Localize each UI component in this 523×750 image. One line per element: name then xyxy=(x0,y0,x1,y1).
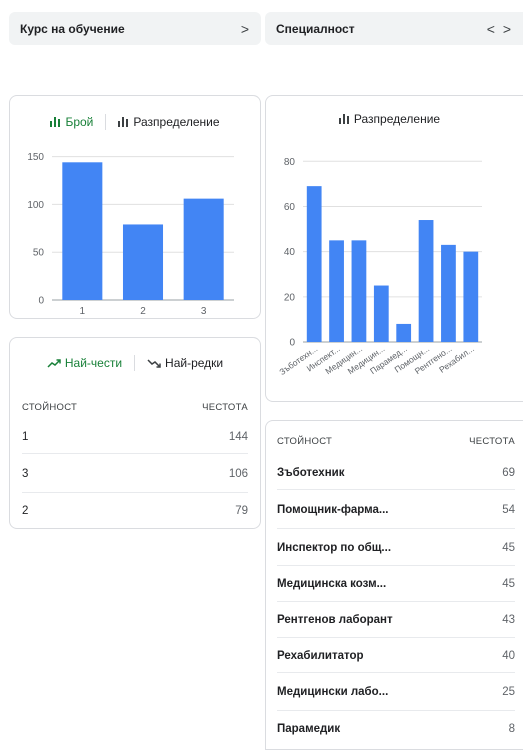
row-value: 3 xyxy=(22,467,29,480)
table-row: 1 144 xyxy=(22,420,248,454)
row-frequency: 45 xyxy=(502,541,515,554)
col-frequency-header: ЧЕСТОТА xyxy=(202,402,248,413)
table-header: СТОЙНОСТ ЧЕСТОТА xyxy=(277,436,515,447)
col-value-header: СТОЙНОСТ xyxy=(277,436,333,447)
row-frequency: 79 xyxy=(235,505,248,517)
row-value: Медицински лабо... xyxy=(277,686,389,698)
x-tick-label: 1 xyxy=(80,306,86,317)
y-tick-label: 0 xyxy=(289,338,295,349)
table-header: СТОЙНОСТ ЧЕСТОТА xyxy=(22,402,248,413)
row-frequency: 144 xyxy=(228,430,248,443)
row-value: 2 xyxy=(22,505,29,517)
specialty-frequency-table: СТОЙНОСТ ЧЕСТОТА Зъботехник 69 Помощник-фа… xyxy=(277,421,515,749)
row-value: 1 xyxy=(22,430,29,443)
course-chart-card: Брой Разпределение 0 50 100 150 1 2 3 xyxy=(9,95,261,319)
specialty-frequency-card: СТОЙНОСТ ЧЕСТОТА Зъботехник 69 Помощник-фа… xyxy=(265,420,523,750)
tab-most-frequent-label: Най-чести xyxy=(64,356,123,370)
tab-least-frequent-label: Най-редки xyxy=(165,356,224,370)
specialty-chart-card: Разпределение 0 20 40 60 80 Зъботехн... Инспек… xyxy=(265,95,523,402)
table-row: Рехабилитатор 40 xyxy=(277,639,515,673)
x-tick-label: 2 xyxy=(140,306,146,317)
x-tick-label: 3 xyxy=(201,306,207,317)
y-tick-label: 150 xyxy=(27,152,44,163)
y-tick-label: 40 xyxy=(284,247,296,258)
specialty-filter-header[interactable]: Специалност < > xyxy=(265,12,523,45)
course-frequency-table: СТОЙНОСТ ЧЕСТОТА 1 144 3 106 2 79 xyxy=(22,398,248,528)
table-row: Медицински лабо... 25 xyxy=(277,674,515,711)
bar xyxy=(418,220,434,342)
row-value: Медицинска козм... xyxy=(277,578,387,590)
bar xyxy=(396,323,412,342)
col-value-header: СТОЙНОСТ xyxy=(22,402,78,413)
row-frequency: 43 xyxy=(502,614,515,626)
tab-most-frequent[interactable]: Най-чести xyxy=(47,356,122,370)
table-row: Рентгенов лаборант 43 xyxy=(277,603,515,638)
bar xyxy=(351,240,367,342)
bar xyxy=(373,285,389,342)
bar xyxy=(183,198,224,300)
table-row: Парамедик 8 xyxy=(277,712,515,746)
bar xyxy=(62,162,103,300)
bar xyxy=(463,251,479,342)
tab-divider xyxy=(134,355,136,371)
row-value: Парамедик xyxy=(277,723,341,735)
table-row: Инспектор по общ... 45 xyxy=(277,530,515,566)
row-frequency: 45 xyxy=(502,578,515,590)
y-tick-label: 100 xyxy=(27,200,44,211)
course-bar-chart: 0 50 100 150 1 2 3 xyxy=(27,152,234,317)
row-frequency: 69 xyxy=(502,466,515,479)
trending-up-icon xyxy=(47,358,61,368)
chevron-right-icon[interactable]: > xyxy=(241,21,261,37)
row-frequency: 54 xyxy=(502,503,515,516)
bar xyxy=(441,244,456,342)
bar xyxy=(306,186,322,342)
row-value: Инспектор по общ... xyxy=(277,541,392,554)
col-frequency-header: ЧЕСТОТА xyxy=(469,436,515,447)
specialty-bar-chart: 020406080Зъботехн...Инспект...Медицин...… xyxy=(277,157,482,377)
table-row: 3 106 xyxy=(22,455,248,493)
table-row: Помощник-фарма... 54 xyxy=(277,491,515,529)
course-filter-title: Курс на обучение xyxy=(20,21,125,36)
tab-least-frequent[interactable]: Най-редки xyxy=(147,356,223,370)
bar xyxy=(329,240,344,342)
row-frequency: 8 xyxy=(508,723,515,735)
row-frequency: 40 xyxy=(502,649,515,662)
course-filter-header[interactable]: Курс на обучение > xyxy=(9,12,261,45)
y-tick-label: 50 xyxy=(33,248,45,259)
table-row: Зъботехник 69 xyxy=(277,456,515,490)
pagination-arrows-icon[interactable]: < > xyxy=(487,21,523,37)
trending-down-icon xyxy=(147,358,161,368)
row-value: Зъботехник xyxy=(277,466,345,479)
y-tick-label: 20 xyxy=(284,292,296,303)
y-tick-label: 60 xyxy=(284,202,296,213)
bar xyxy=(122,224,164,300)
row-value: Рехабилитатор xyxy=(277,649,364,662)
table-row: 2 79 xyxy=(22,494,248,528)
specialty-filter-title: Специалност xyxy=(276,21,355,36)
y-tick-label: 80 xyxy=(284,157,296,168)
row-frequency: 106 xyxy=(228,467,248,480)
row-frequency: 25 xyxy=(502,686,515,698)
row-value: Помощник-фарма... xyxy=(277,503,389,516)
row-value: Рентгенов лаборант xyxy=(277,614,393,626)
course-frequency-card: Най-чести Най-редки СТОЙНОСТ ЧЕСТОТА 1 1… xyxy=(9,337,261,529)
table-row: Медицинска козм... 45 xyxy=(277,567,515,602)
y-tick-label: 0 xyxy=(38,296,44,307)
